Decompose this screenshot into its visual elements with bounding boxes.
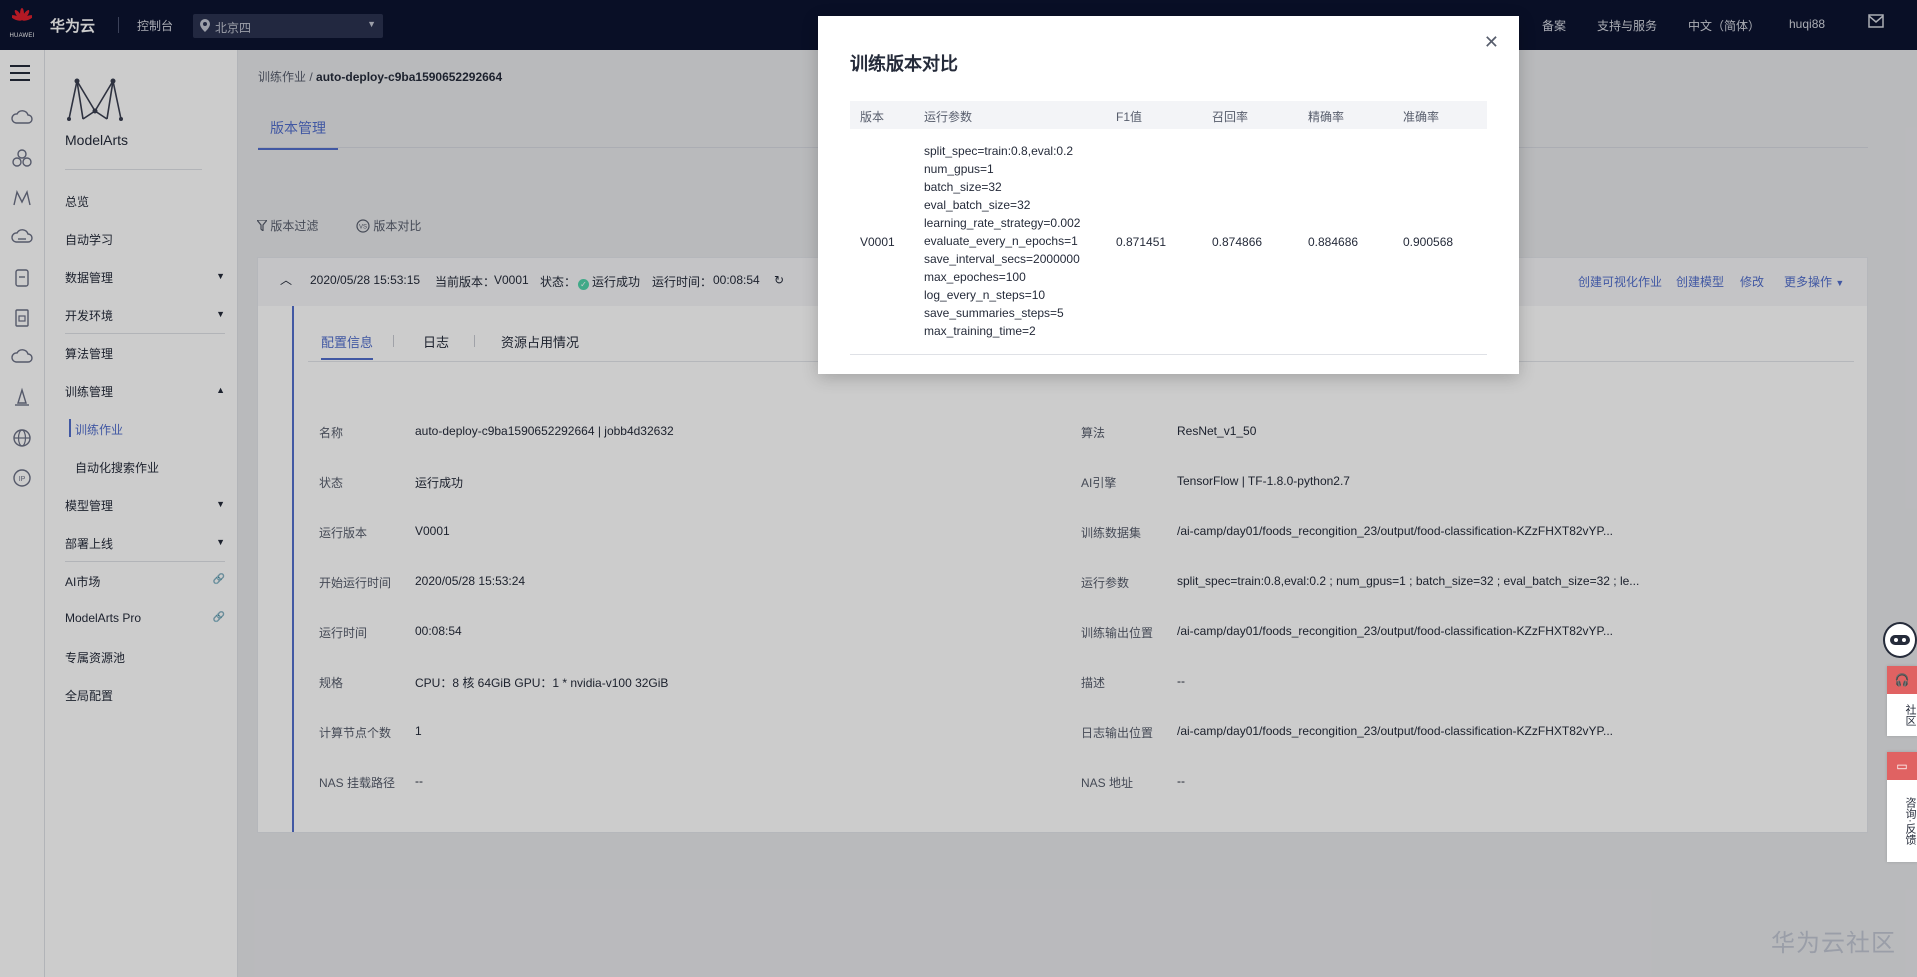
cell-precision: 0.884686 — [1308, 235, 1359, 249]
cell-version: V0001 — [860, 235, 895, 249]
watermark: 华为云社区 — [1771, 930, 1896, 957]
headset-icon: 🎧 — [1887, 666, 1917, 694]
col-header-precision: 精确率 — [1308, 110, 1345, 124]
col-header-params: 运行参数 — [924, 110, 973, 124]
param-line: evaluate_every_n_epochs=1 — [924, 234, 1078, 248]
assistant-robot-icon[interactable] — [1883, 622, 1917, 658]
feedback-button[interactable]: ▭ 咨询·反馈 — [1887, 752, 1917, 862]
param-line: eval_batch_size=32 — [924, 198, 1031, 212]
feedback-label: 咨询·反馈 — [1904, 797, 1916, 845]
param-line: log_every_n_steps=10 — [924, 288, 1046, 302]
community-label: 社区 — [1904, 704, 1916, 726]
col-header-f1: F1值 — [1116, 110, 1143, 124]
cell-params: split_spec=train:0.8,eval:0.2 num_gpus=1… — [924, 142, 1080, 340]
param-line: split_spec=train:0.8,eval:0.2 — [924, 144, 1074, 158]
param-line: max_epoches=100 — [924, 270, 1026, 284]
cell-accuracy: 0.900568 — [1403, 235, 1454, 249]
col-header-version: 版本 — [860, 110, 885, 124]
param-line: learning_rate_strategy=0.002 — [924, 216, 1081, 230]
community-button[interactable]: 🎧 社区 — [1887, 666, 1917, 736]
cell-recall: 0.874866 — [1212, 235, 1263, 249]
close-icon[interactable]: ✕ — [1484, 32, 1499, 53]
col-header-accuracy: 准确率 — [1403, 110, 1440, 124]
col-header-recall: 召回率 — [1212, 110, 1249, 124]
compare-table: 版本 运行参数 F1值 召回率 精确率 准确率 V0001 split_spec… — [850, 101, 1487, 355]
param-line: num_gpus=1 — [924, 162, 994, 176]
param-line: batch_size=32 — [924, 180, 1002, 194]
table-header: 版本 运行参数 F1值 召回率 精确率 准确率 — [850, 101, 1487, 129]
param-line: save_interval_secs=2000000 — [924, 252, 1080, 266]
table-row: V0001 split_spec=train:0.8,eval:0.2 num_… — [850, 129, 1487, 355]
chat-icon: ▭ — [1887, 752, 1917, 780]
param-line: max_training_time=2 — [924, 324, 1036, 338]
param-line: save_summaries_steps=5 — [924, 306, 1064, 320]
version-compare-dialog: 训练版本对比 ✕ 版本 运行参数 F1值 召回率 精确率 准确率 V0001 s… — [818, 16, 1519, 374]
robot-face-icon — [1890, 635, 1910, 645]
dialog-title: 训练版本对比 — [850, 54, 958, 74]
cell-f1: 0.871451 — [1116, 235, 1167, 249]
